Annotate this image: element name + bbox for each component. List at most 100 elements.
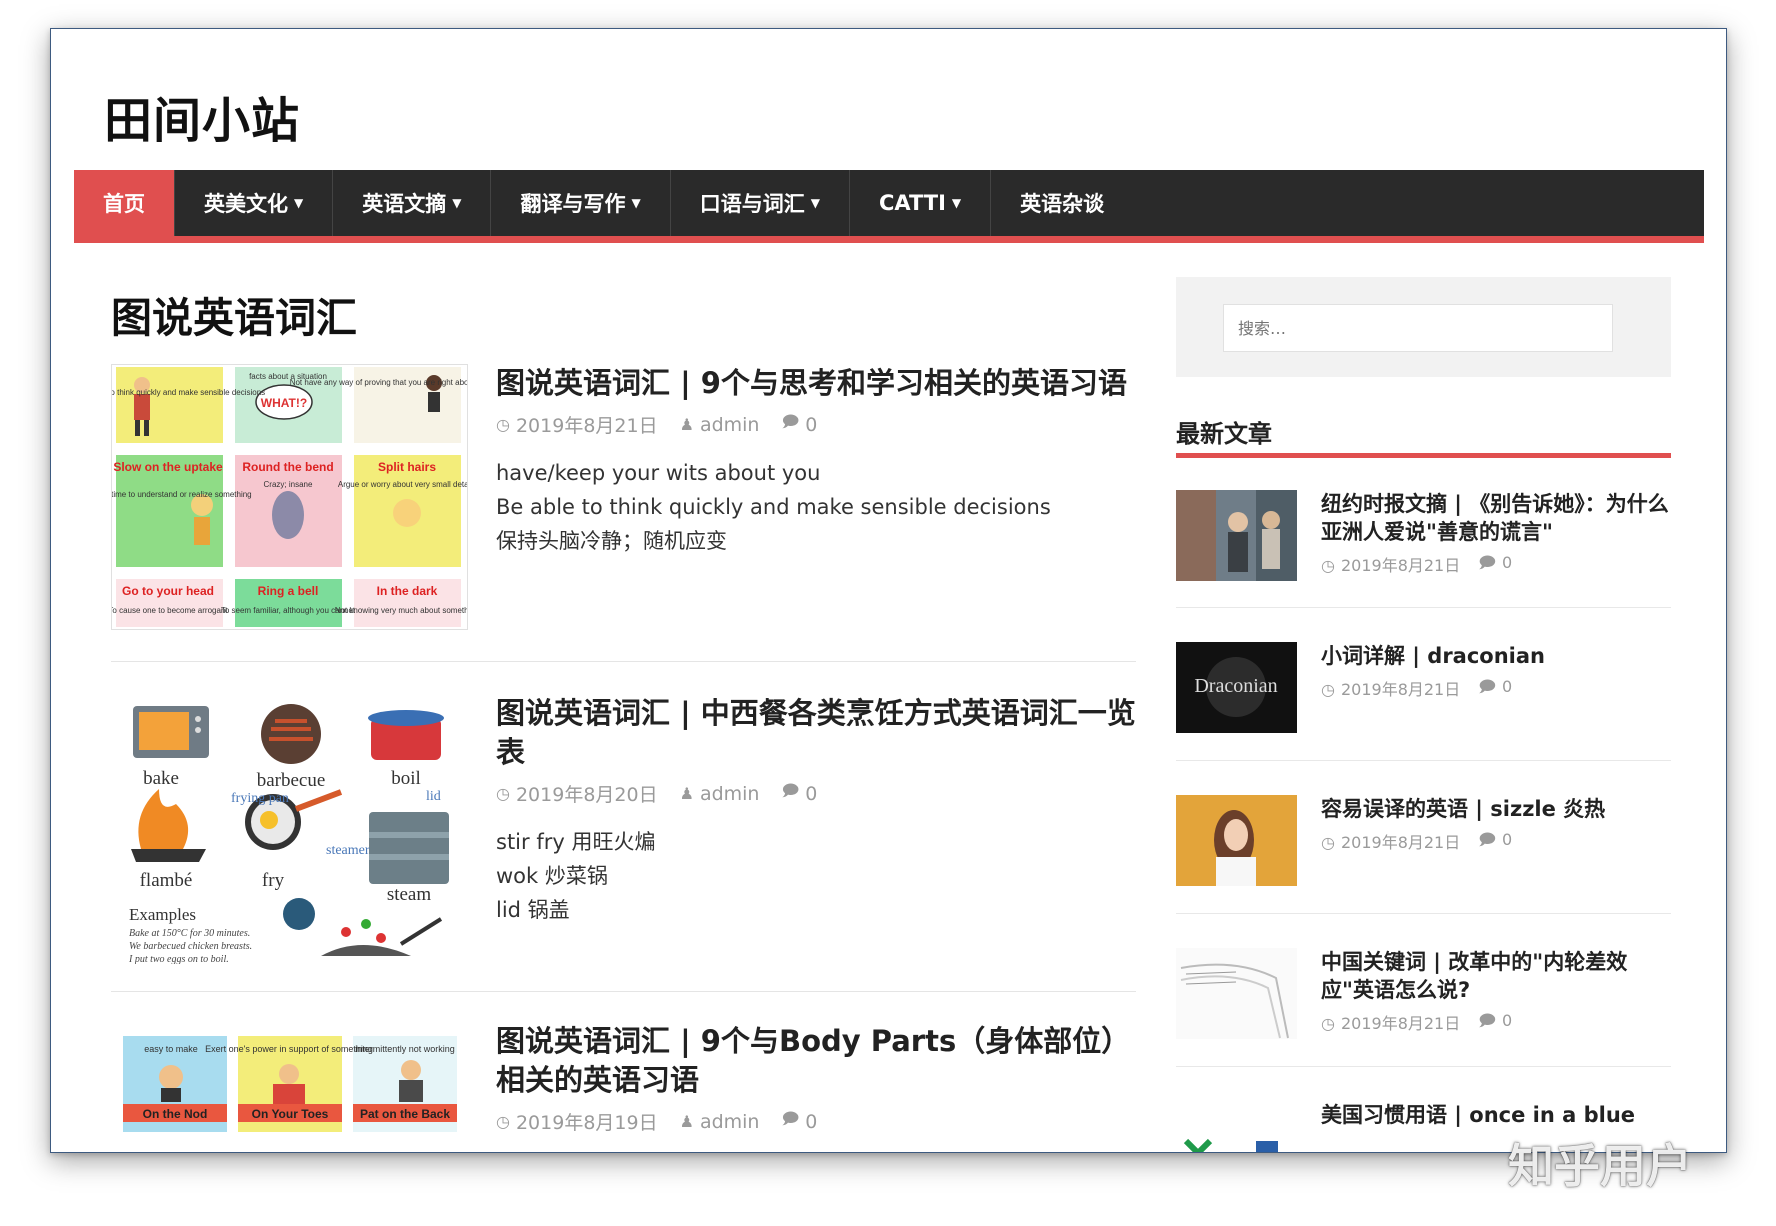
nav-item-speaking[interactable]: 口语与词汇 ▼ <box>671 170 850 236</box>
nav-item-translation[interactable]: 翻译与写作 ▼ <box>491 170 671 236</box>
post-title[interactable]: 图说英语词汇 | 中西餐各类烹饪方式英语词汇一览表 <box>496 694 1136 772</box>
post-title[interactable]: 图说英语词汇 | 9个与思考和学习相关的英语习语 <box>496 364 1136 403</box>
recent-post-item[interactable]: 纽约时报文摘 | 《别告诉她》：为什么亚洲人爱说"善意的谎言" ◷ 2019年8月… <box>1176 490 1671 581</box>
thumb-word: bake <box>143 768 179 789</box>
recent-post-thumbnail[interactable] <box>1176 490 1297 581</box>
excerpt-line: 保持头脑冷静；随机应变 <box>496 529 727 553</box>
thumb-word: boil <box>391 768 421 789</box>
post-meta: ◷ 2019年8月21日 ♟ admin 🗩 0 <box>496 411 1136 438</box>
post-comments[interactable]: 0 <box>805 414 817 436</box>
nav-item-label: 翻译与写作 <box>520 192 626 216</box>
clock-icon: ◷ <box>1321 1014 1335 1033</box>
post-author[interactable]: admin <box>700 414 760 436</box>
thumb-examples-title: Examples <box>129 905 196 924</box>
comment-icon: 🗩 <box>781 1109 800 1128</box>
chevron-down-icon: ▼ <box>452 196 462 210</box>
recent-post-thumbnail[interactable] <box>1176 795 1297 886</box>
recent-post-title[interactable]: 纽约时报文摘 | 《别告诉她》：为什么亚洲人爱说"善意的谎言" <box>1321 490 1671 546</box>
recent-post-date: 2019年8月21日 <box>1340 833 1461 852</box>
recent-post-title[interactable]: 美国习惯用语 | once in a blue <box>1321 1101 1671 1129</box>
thumb-desc: easy to make <box>144 1044 198 1054</box>
thumb-word: barbecue <box>257 770 326 791</box>
thumb-bubble-text: WHAT!? <box>261 396 307 410</box>
nav-item-label: CATTI <box>878 191 946 215</box>
chevron-down-icon: ▼ <box>294 196 304 210</box>
nav-item-digest[interactable]: 英语文摘 ▼ <box>333 170 492 236</box>
thumb-word: fry <box>262 870 285 891</box>
recent-post-title[interactable]: 中国关键词 | 改革中的"内轮差效应"英语怎么说? <box>1321 948 1671 1004</box>
post-date[interactable]: 2019年8月21日 <box>516 411 658 438</box>
recent-post-item[interactable]: 中国关键词 | 改革中的"内轮差效应"英语怎么说? ◷ 2019年8月21日 🗩 0 <box>1176 948 1671 1039</box>
post-thumbnail[interactable]: easy to make Exert one's power in suppor… <box>111 1022 466 1132</box>
post-comments[interactable]: 0 <box>805 783 817 805</box>
thumb-idiom: Split hairs <box>378 460 436 474</box>
recent-post-item[interactable]: 容易误译的英语 | sizzle 炎热 ◷ 2019年8月21日 🗩 0 <box>1176 795 1671 886</box>
excerpt-line: lid 锅盖 <box>496 898 570 922</box>
post-comments[interactable]: 0 <box>805 1111 817 1133</box>
nav-item-misc[interactable]: 英语杂谈 <box>991 170 1133 236</box>
recent-post-thumbnail[interactable] <box>1176 948 1297 1039</box>
thumb-word: frying pan <box>231 791 289 806</box>
post-author[interactable]: admin <box>700 783 760 805</box>
nav-item-catti[interactable]: CATTI ▼ <box>850 170 992 236</box>
thumb-idiom: Slow on the uptake <box>113 460 223 474</box>
post-thumbnail[interactable]: bake barbecue boil frying pan lid steame… <box>111 694 466 964</box>
divider <box>111 661 1136 662</box>
post-body: 图说英语词汇 | 9个与思考和学习相关的英语习语 ◷ 2019年8月21日 ♟ ad… <box>496 364 1136 558</box>
comment-icon: 🗩 <box>1478 1011 1496 1030</box>
post-excerpt: have/keep your wits about you Be able to… <box>496 456 1136 558</box>
excerpt-line: stir fry 用旺火煸 <box>496 830 656 854</box>
excerpt-line: Be able to think quickly and make sensib… <box>496 495 1051 519</box>
thumb-desc: intermittently not working <box>355 1044 455 1054</box>
recent-post-meta: ◷ 2019年8月21日 🗩 0 <box>1321 829 1671 856</box>
excerpt-line: have/keep your wits about you <box>496 461 821 485</box>
main-nav: 首页 英美文化 ▼ 英语文摘 ▼ 翻译与写作 ▼ 口语与词汇 ▼ CATTI ▼ 英语杂谈 <box>74 170 1704 243</box>
recent-post-comments[interactable]: 0 <box>1502 830 1512 849</box>
site-title[interactable]: 田间小站 <box>104 81 300 151</box>
thumb-desc: To cause one to become arrogant <box>112 606 228 615</box>
recent-post-title[interactable]: 容易误译的英语 | sizzle 炎热 <box>1321 795 1671 823</box>
thumb-desc: Be able to think quickly and make sensib… <box>112 388 265 397</box>
post-title[interactable]: 图说英语词汇 | 9个与Body Parts（身体部位）相关的英语习语 <box>496 1022 1136 1100</box>
recent-post-date: 2019年8月21日 <box>1340 556 1461 575</box>
recent-post-comments[interactable]: 0 <box>1502 677 1512 696</box>
thumb-desc: Not have any way of proving that you are… <box>290 378 467 387</box>
comment-icon: 🗩 <box>1478 677 1496 696</box>
comment-icon: 🗩 <box>781 412 800 431</box>
post-author[interactable]: admin <box>700 1111 760 1133</box>
thumb-word: steam <box>387 884 432 905</box>
recent-post-body: 美国习惯用语 | once in a blue <box>1321 1101 1671 1129</box>
recent-post-thumbnail[interactable] <box>1176 1101 1297 1152</box>
recent-post-item[interactable]: Draconian 小词详解 | draconian ◷ 2019年8月21日 🗩… <box>1176 642 1671 733</box>
nav-item-home[interactable]: 首页 <box>74 170 175 236</box>
comment-icon: 🗩 <box>1478 553 1496 572</box>
recent-post-title[interactable]: 小词详解 | draconian <box>1321 642 1671 670</box>
nav-item-label: 英美文化 <box>204 192 288 216</box>
chevron-down-icon: ▼ <box>810 196 820 210</box>
search-input[interactable] <box>1223 304 1613 352</box>
recent-post-thumbnail[interactable]: Draconian <box>1176 642 1297 733</box>
recent-post-comments[interactable]: 0 <box>1502 1011 1512 1030</box>
clock-icon: ◷ <box>1321 556 1335 575</box>
watermark: 知乎用户 <box>1508 1139 1692 1193</box>
post-date[interactable]: 2019年8月20日 <box>516 780 658 807</box>
post-item: bake barbecue boil frying pan lid steame… <box>111 694 1136 964</box>
recent-post-meta: ◷ 2019年8月21日 🗩 0 <box>1321 676 1671 703</box>
post-item: easy to make Exert one's power in suppor… <box>111 1022 1136 1152</box>
clock-icon: ◷ <box>496 784 510 803</box>
thumb-word: lid <box>426 789 441 804</box>
thumb-idiom: Pat on the Back <box>360 1107 450 1121</box>
nav-item-culture[interactable]: 英美文化 ▼ <box>175 170 334 236</box>
thumb-idiom: On Your Toes <box>252 1107 329 1121</box>
recent-posts-title: 最新文章 <box>1176 420 1272 448</box>
recent-post-body: 中国关键词 | 改革中的"内轮差效应"英语怎么说? ◷ 2019年8月21日 🗩 0 <box>1321 948 1671 1037</box>
divider <box>1176 760 1671 761</box>
post-date[interactable]: 2019年8月19日 <box>516 1108 658 1135</box>
thumb-idiom: On the Nod <box>143 1107 208 1121</box>
user-icon: ♟ <box>679 784 694 803</box>
recent-post-comments[interactable]: 0 <box>1502 553 1512 572</box>
post-body: 图说英语词汇 | 中西餐各类烹饪方式英语词汇一览表 ◷ 2019年8月20日 ♟ a… <box>496 694 1136 927</box>
nav-item-label: 英语文摘 <box>362 192 447 216</box>
post-thumbnail[interactable]: WHAT!? Be able to think quickly and make… <box>111 364 468 630</box>
thumb-text: Draconian <box>1194 675 1277 697</box>
